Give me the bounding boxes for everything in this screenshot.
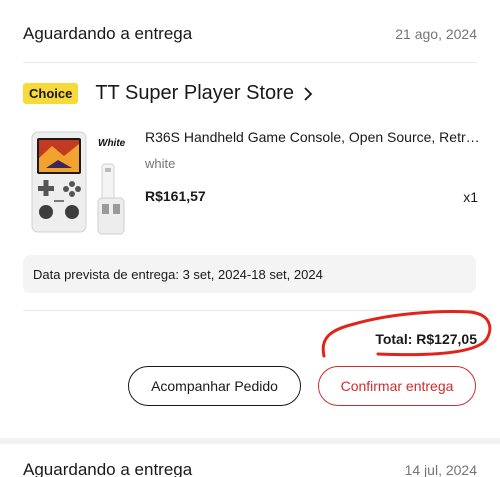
confirm-delivery-button[interactable]: Confirmar entrega [318,366,476,406]
order-total: Total: R$127,05 [375,331,477,347]
delivery-estimate: Data prevista de entrega: 3 set, 2024-18… [23,255,476,293]
order-status: Aguardando a entrega [23,460,193,477]
store-name: TT Super Player Store [95,82,294,104]
order-card: Aguardando a entrega 21 ago, 2024 Choice… [0,0,500,438]
product-price: R$161,57 [145,188,206,204]
order-date: 14 jul, 2024 [404,462,477,477]
store-link[interactable]: Choice TT Super Player Store [23,82,313,105]
choice-badge: Choice [23,83,79,104]
delivery-estimate-text: Data prevista de entrega: 3 set, 2024-18… [33,266,323,282]
red-circle-annotation [321,310,492,358]
product-title[interactable]: R36S Handheld Game Console, Open Source,… [145,129,480,145]
product-image-label: White [98,138,126,149]
order-date: 21 ago, 2024 [395,26,477,42]
chevron-right-icon [304,86,313,101]
divider [23,62,477,63]
track-order-button[interactable]: Acompanhar Pedido [128,366,301,406]
product-image[interactable]: White [28,128,130,240]
order-header: Aguardando a entrega 14 jul, 2024 [23,460,477,477]
order-card: Aguardando a entrega 14 jul, 2024 [0,444,500,477]
order-status: Aguardando a entrega [23,24,193,43]
product-variant: white [145,156,176,171]
product-quantity: x1 [463,189,478,205]
order-header: Aguardando a entrega 21 ago, 2024 [23,24,477,44]
